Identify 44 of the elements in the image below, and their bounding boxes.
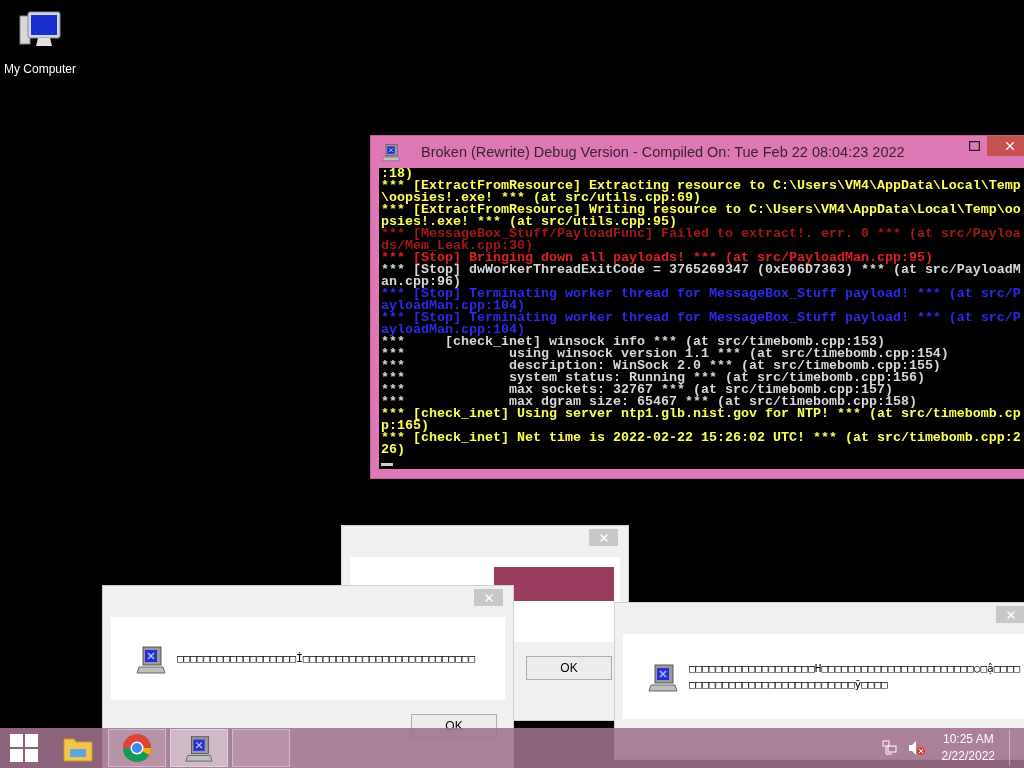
console-line: *** using winsock version 1.1 *** (at src/timebomb.cpp:154): [381, 348, 950, 360]
console-line: *** max dgram size: 65467 *** (at src/timebomb.cpp:158): [381, 396, 917, 408]
console-line: *** description: WinSock 2.0 *** (at src/timebomb.cpp:155): [381, 360, 941, 372]
muted-speaker-icon[interactable]: [907, 740, 926, 756]
network-icon[interactable]: [881, 740, 898, 756]
console-line: *** [Stop] Terminating worker thread for MessageBox_Stuff payload! *** (at src/P: [381, 288, 1022, 300]
console-line: \oopsies!.exe! *** (at src/utils.cpp:69): [381, 192, 702, 204]
console-line: ayloadMan.cpp:104): [381, 324, 525, 336]
close-icon: [597, 531, 610, 544]
console-line: *** [Stop] Terminating worker thread for MessageBox_Stuff payload! *** (at src/P: [381, 312, 1022, 324]
maximize-icon: [968, 141, 980, 151]
dialog-message: □□□□□□□□□□□□□□□□□□Ì□□□□□□□□□□□□□□□□□□□□□□□□□□: [177, 650, 475, 667]
console-line: *** [check_inet] winsock info *** (at src/timebomb.cpp:153): [381, 336, 885, 348]
console-line: *** [MessageBox_Stuff/PayloadFunc] Failed to extract!. err. 0 *** (at src/Payloa: [381, 228, 1022, 240]
close-icon: [1003, 139, 1017, 153]
dialog-message: □□□□□□□□□□□□□□□□□□□□□□□□□ӯ□□□□: [689, 676, 889, 693]
ok-button[interactable]: OK: [526, 656, 612, 680]
console-line: *** [Stop] Bringing down all payloads! *** (at src/PayloadMan.cpp:95): [381, 252, 933, 264]
console-line: *** [check_inet] Using server ntp1.glb.nist.gov for NTP! *** (at src/timebomb.cp: [381, 408, 1022, 420]
windows-icon: [10, 734, 38, 762]
console-line: *** [ExtractFromResource] Extracting resource to C:\Users\VM4\AppData\Local\Temp: [381, 180, 1022, 192]
browser-icon: [122, 733, 152, 763]
console-line: 26): [381, 444, 406, 456]
console-line: ayloadMan.cpp:104): [381, 300, 525, 312]
console-line: an.cpp:96): [381, 276, 462, 288]
console-line: :18): [381, 168, 414, 180]
dialog-message: □□□□□□□□□□□□□□□□□□□H□□□□□□□□□□□□□□□□□□□□□□□○□ậ□□□□: [689, 660, 1021, 677]
console-line: p:165): [381, 420, 429, 432]
console-line: psies!.exe! *** (at src/utils.cpp:95): [381, 216, 677, 228]
console-line: *** [check_inet] Net time is 2022-02-22 15:26:02 UTC! *** (at src/timebomb.cpp:2: [381, 432, 1022, 444]
console-line: *** [ExtractFromResource] Writing resource to C:\Users\VM4\AppData\Local\Temp\oo: [381, 204, 1022, 216]
computer-icon: [381, 142, 401, 162]
console-line: *** [Stop] dwWorkerThreadExitCode = 3765269347 (0xE06D7363) *** (at src/PayloadM: [381, 264, 1022, 276]
close-icon: [482, 591, 495, 604]
console-line: ds/Mem_Leak.cpp:30): [381, 240, 533, 252]
text-cursor: [381, 463, 393, 466]
close-button[interactable]: [987, 136, 1024, 156]
desktop-icon-label[interactable]: My Computer: [4, 62, 76, 76]
taskbar-button[interactable]: [170, 729, 228, 767]
window-title: Broken (Rewrite) Debug Version - Compiled On: Tue Feb 22 08:04:23 2022: [421, 144, 905, 160]
console-line: *** system status: Running *** (at src/timebomb.cpp:156): [381, 372, 925, 384]
computer-icon: [184, 733, 214, 763]
close-icon: [1004, 608, 1017, 621]
console-line: *** max sockets: 32767 *** (at src/timebomb.cpp:157): [381, 384, 893, 396]
